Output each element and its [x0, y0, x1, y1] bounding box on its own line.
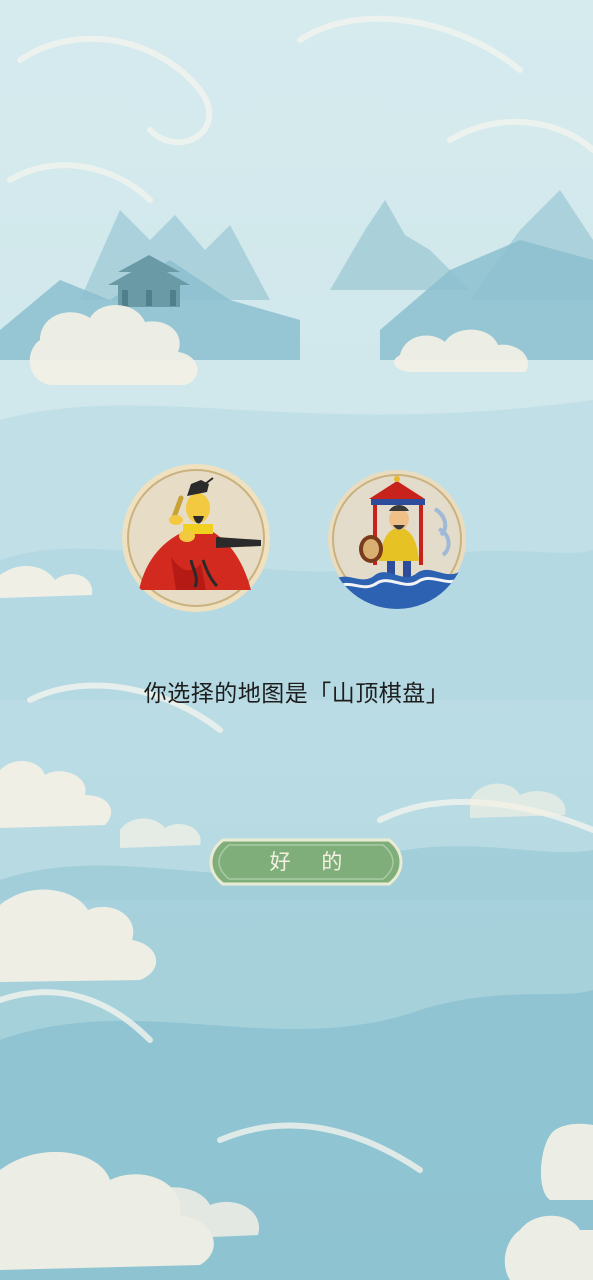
- player-portrait-right: [327, 469, 467, 609]
- scenery-background: [0, 0, 593, 1280]
- map-selection-message: 你选择的地图是「山顶棋盘」: [143, 681, 450, 707]
- ok-button-label: 好 的: [269, 850, 355, 874]
- warrior-with-drum-on-waves-icon: [328, 470, 466, 609]
- scholar-official-in-red-robe-icon: [122, 464, 270, 612]
- player-portrait-left: [121, 462, 271, 614]
- ok-button[interactable]: 好 的: [209, 838, 403, 886]
